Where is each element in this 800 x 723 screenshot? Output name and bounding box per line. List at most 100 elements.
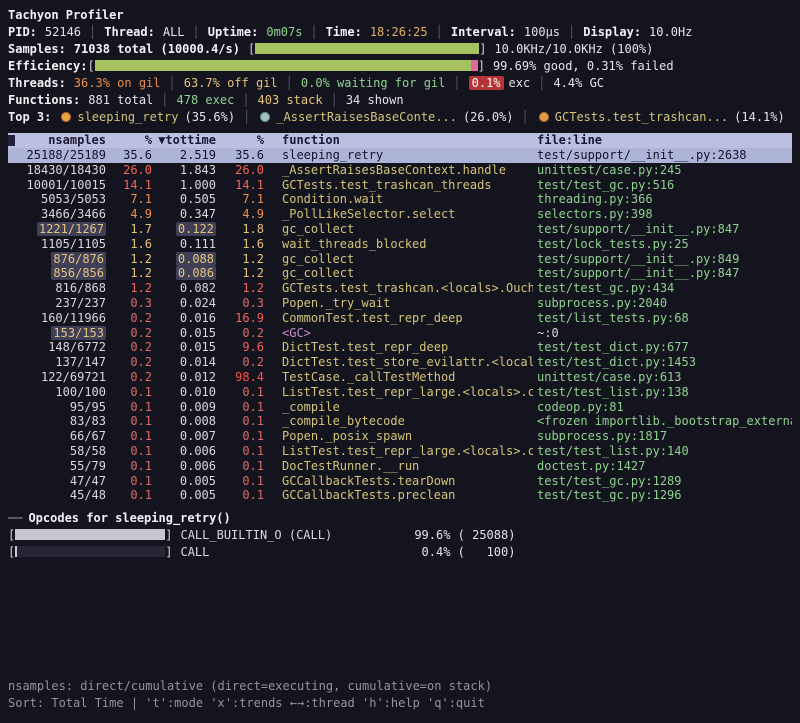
cell-nsamples: 856/856: [8, 266, 112, 281]
cell-file-line: selectors.py:398: [533, 207, 792, 222]
col-cumulative-pct[interactable]: %: [222, 133, 270, 148]
table-row[interactable]: 83/830.10.0080.1_compile_bytecode<frozen…: [8, 414, 792, 429]
efficiency-line: Efficiency: 99.69% good, 0.31% failed: [8, 57, 792, 74]
table-row[interactable]: 55/790.10.0060.1DocTestRunner.__rundocte…: [8, 459, 792, 474]
divider-dashes: ──: [8, 511, 22, 525]
cell-function: gc_collect: [270, 252, 533, 267]
cell-tottime: 2.519: [158, 148, 222, 163]
cell-function: ListTest.test_repr_large.<locals>.c...: [270, 385, 533, 400]
footer-help-line1: nsamples: direct/cumulative (direct=exec…: [8, 677, 792, 694]
gold-medal-icon: [61, 112, 71, 122]
col-direct-pct[interactable]: %: [112, 133, 158, 148]
cell-cumulative-pct: 0.1: [222, 474, 270, 489]
cell-nsamples: 95/95: [8, 400, 112, 415]
cell-direct-pct: 0.2: [112, 326, 158, 341]
cell-direct-pct: 0.1: [112, 414, 158, 429]
cell-function: gc_collect: [270, 222, 533, 237]
opcode-bar: [15, 546, 165, 557]
table-row[interactable]: 95/950.10.0090.1_compilecodeop.py:81: [8, 400, 792, 415]
table-row[interactable]: 10001/1001514.11.00014.1GCTests.test_tra…: [8, 178, 792, 193]
cell-direct-pct: 0.1: [112, 429, 158, 444]
cell-function: GCTests.test_trashcan.<locals>.Ouch...: [270, 281, 533, 296]
cell-direct-pct: 35.6: [112, 148, 158, 163]
table-row[interactable]: 153/1530.20.0150.2<GC>~:0: [8, 326, 792, 341]
functions-line: Functions: 881 total │ 478 exec │ 403 st…: [8, 91, 792, 108]
cell-nsamples: 160/11966: [8, 311, 112, 326]
app-title: Tachyon Profiler: [8, 8, 124, 22]
separator: │: [568, 25, 575, 39]
cell-tottime: 0.007: [158, 429, 222, 444]
table-row[interactable]: 3466/34664.90.3474.9_PollLikeSelector.se…: [8, 207, 792, 222]
separator: │: [310, 25, 317, 39]
exception-label: exc: [509, 76, 531, 90]
table-row[interactable]: 876/8761.20.0881.2gc_collecttest/support…: [8, 252, 792, 267]
separator: │: [453, 76, 460, 90]
opcode-row-call-builtin: CALL_BUILTIN_O (CALL) 99.6% ( 25088): [8, 526, 792, 543]
cell-tottime: 0.122: [158, 222, 222, 237]
col-tottime-sort[interactable]: ▼tottime: [158, 133, 222, 148]
samples-label: Samples:: [8, 42, 66, 56]
table-row[interactable]: 47/470.10.0050.1GCCallbackTests.tearDown…: [8, 474, 792, 489]
table-row[interactable]: 122/697210.20.01298.4TestCase._callTestM…: [8, 370, 792, 385]
cell-file-line: unittest/case.py:613: [533, 370, 792, 385]
cell-tottime: 0.008: [158, 414, 222, 429]
table-row[interactable]: 25188/2518935.62.51935.6sleeping_retryte…: [8, 148, 792, 163]
table-row[interactable]: 66/670.10.0070.1Popen._posix_spawnsubpro…: [8, 429, 792, 444]
cell-tottime: 0.086: [158, 266, 222, 281]
pid-value: 52146: [45, 25, 81, 39]
cell-cumulative-pct: 4.9: [222, 207, 270, 222]
bar-open-bracket: [8, 528, 15, 542]
top3-label: Top 3:: [8, 110, 51, 124]
table-row[interactable]: 856/8561.20.0861.2gc_collecttest/support…: [8, 266, 792, 281]
cell-nsamples: 816/868: [8, 281, 112, 296]
table-row[interactable]: 45/480.10.0050.1GCCallbackTests.preclean…: [8, 488, 792, 503]
opcode-stat: 99.6% ( 25088): [405, 528, 515, 542]
cell-cumulative-pct: 0.1: [222, 414, 270, 429]
cell-tottime: 0.006: [158, 444, 222, 459]
table-row[interactable]: 1105/11051.60.1111.6wait_threads_blocked…: [8, 237, 792, 252]
bar-close-bracket: [478, 59, 485, 73]
cell-nsamples: 66/67: [8, 429, 112, 444]
cell-cumulative-pct: 1.2: [222, 266, 270, 281]
opcode-bar-fill: [15, 529, 164, 540]
cell-direct-pct: 1.7: [112, 222, 158, 237]
table-row[interactable]: 18430/1843026.01.84326.0_AssertRaisesBas…: [8, 163, 792, 178]
col-file-line[interactable]: file:line: [533, 133, 792, 148]
cell-cumulative-pct: 1.8: [222, 222, 270, 237]
table-row[interactable]: 1221/12671.70.1221.8gc_collecttest/suppo…: [8, 222, 792, 237]
display-label: Display:: [583, 25, 641, 39]
thread-value: ALL: [163, 25, 185, 39]
cell-tottime: 0.082: [158, 281, 222, 296]
samples-line: Samples: 71038 total (10000.4/s) 10.0KHz…: [8, 40, 792, 57]
top3-pct: (14.1%): [734, 110, 785, 124]
cell-file-line: threading.py:366: [533, 192, 792, 207]
table-row[interactable]: 5053/50537.10.5057.1Condition.waitthread…: [8, 192, 792, 207]
table-row[interactable]: 816/8681.20.0821.2GCTests.test_trashcan.…: [8, 281, 792, 296]
table-row[interactable]: 58/580.10.0060.1ListTest.test_repr_large…: [8, 444, 792, 459]
footer-help-line2: Sort: Total Time | 't':mode 'x':trends ←…: [8, 694, 792, 711]
table-row[interactable]: 148/67720.20.0159.6DictTest.test_repr_de…: [8, 340, 792, 355]
efficiency-summary: 99.69% good, 0.31% failed: [493, 59, 674, 73]
top1-function: sleeping_retry: [77, 110, 178, 124]
separator: │: [169, 76, 176, 90]
table-row[interactable]: 100/1000.10.0100.1ListTest.test_repr_lar…: [8, 385, 792, 400]
cell-function: DictTest.test_repr_deep: [270, 340, 533, 355]
table-row[interactable]: 160/119660.20.01616.9CommonTest.test_rep…: [8, 311, 792, 326]
cell-file-line: test/test_gc.py:1289: [533, 474, 792, 489]
cell-tottime: 0.024: [158, 296, 222, 311]
col-function[interactable]: function: [270, 133, 533, 148]
top3-line: Top 3: sleeping_retry(35.6%) │ _AssertRa…: [8, 108, 792, 125]
separator: │: [331, 93, 338, 107]
cell-function: gc_collect: [270, 266, 533, 281]
cell-direct-pct: 1.6: [112, 237, 158, 252]
bar-open-bracket: [248, 42, 255, 56]
col-nsamples[interactable]: nsamples: [8, 133, 112, 148]
cell-direct-pct: 0.1: [112, 385, 158, 400]
cell-function: Condition.wait: [270, 192, 533, 207]
pid-label: PID:: [8, 25, 37, 39]
cell-file-line: test/test_list.py:140: [533, 444, 792, 459]
table-row[interactable]: 237/2370.30.0240.3Popen._try_waitsubproc…: [8, 296, 792, 311]
opcodes-title-line: ── Opcodes for sleeping_retry(): [8, 509, 792, 526]
cell-tottime: 1.000: [158, 178, 222, 193]
table-row[interactable]: 137/1470.20.0140.2DictTest.test_store_ev…: [8, 355, 792, 370]
